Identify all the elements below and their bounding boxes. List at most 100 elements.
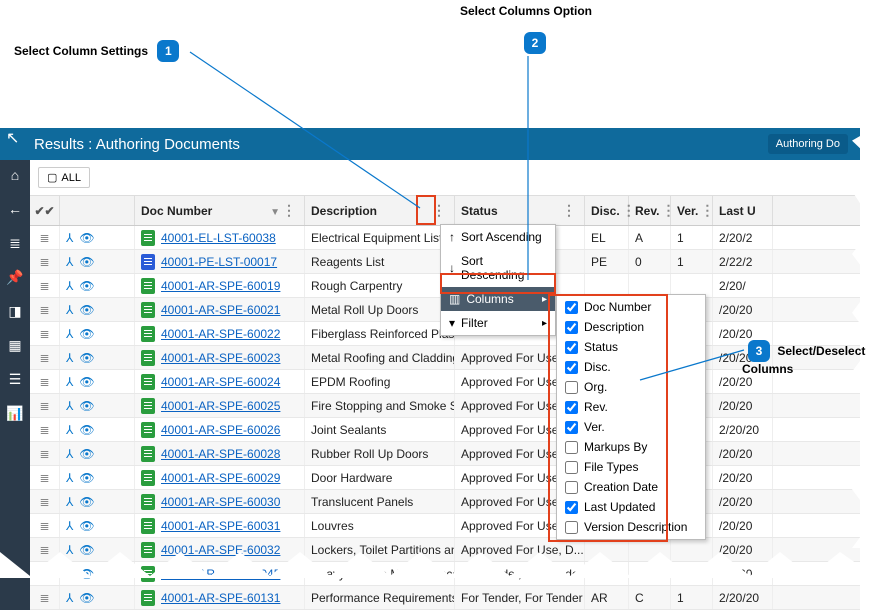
row-check[interactable]: ≣ bbox=[30, 370, 60, 393]
row-check[interactable]: ≣ bbox=[30, 274, 60, 297]
table-row[interactable]: ≣⅄👁40001-AR-SPE-60026Joint SealantsAppro… bbox=[30, 418, 860, 442]
column-checkbox[interactable] bbox=[565, 521, 578, 534]
column-checkbox[interactable] bbox=[565, 381, 578, 394]
checklist-item[interactable]: Status bbox=[557, 337, 705, 357]
eye-icon[interactable]: 👁 bbox=[79, 399, 94, 413]
column-checkbox[interactable] bbox=[565, 421, 578, 434]
list-icon[interactable]: ≣ bbox=[6, 234, 24, 252]
row-check[interactable]: ≣ bbox=[30, 490, 60, 513]
checklist-item[interactable]: Ver. bbox=[557, 417, 705, 437]
pin-icon[interactable]: 📌 bbox=[6, 268, 24, 286]
tree-icon[interactable]: ⅄ bbox=[66, 231, 73, 245]
column-checkbox[interactable] bbox=[565, 481, 578, 494]
tree-icon[interactable]: ⅄ bbox=[66, 375, 73, 389]
column-menu-icon[interactable]: ⋮ bbox=[282, 202, 296, 218]
row-check[interactable]: ≣ bbox=[30, 514, 60, 537]
col-disc[interactable]: Disc.⋮ bbox=[585, 196, 629, 225]
eye-icon[interactable]: 👁 bbox=[79, 591, 94, 605]
column-checkbox[interactable] bbox=[565, 361, 578, 374]
eye-icon[interactable]: 👁 bbox=[79, 279, 94, 293]
docnumber-link[interactable]: 40001-AR-SPE-60026 bbox=[161, 423, 280, 437]
grid-icon[interactable]: ▦ bbox=[6, 336, 24, 354]
back-icon[interactable]: ← bbox=[6, 200, 24, 218]
row-check[interactable]: ≣ bbox=[30, 394, 60, 417]
docnumber-link[interactable]: 40001-PE-LST-00017 bbox=[161, 255, 277, 269]
docnumber-link[interactable]: 40001-EL-LST-60038 bbox=[161, 231, 276, 245]
filter-item[interactable]: ▾Filter▸ bbox=[441, 311, 555, 335]
col-docnumber[interactable]: Doc Number ▼⋮ bbox=[135, 196, 305, 225]
row-check[interactable]: ≣ bbox=[30, 418, 60, 441]
checklist-item[interactable]: Last Updated bbox=[557, 497, 705, 517]
tree-icon[interactable]: ⅄ bbox=[66, 279, 73, 293]
column-checkbox[interactable] bbox=[565, 501, 578, 514]
table-row[interactable]: ≣⅄👁40001-AR-SPE-60031LouvresApproved For… bbox=[30, 514, 860, 538]
table-row[interactable]: ≣⅄👁40001-AR-SPE-60131Performance Require… bbox=[30, 586, 860, 610]
docnumber-link[interactable]: 40001-AR-SPE-60028 bbox=[161, 447, 280, 461]
checklist-item[interactable]: Description bbox=[557, 317, 705, 337]
sort-asc-item[interactable]: ↑Sort Ascending bbox=[441, 225, 555, 249]
row-check[interactable]: ≣ bbox=[30, 298, 60, 321]
checklist-item[interactable]: Markups By bbox=[557, 437, 705, 457]
eye-icon[interactable]: 👁 bbox=[79, 327, 94, 341]
docnumber-link[interactable]: 40001-AR-SPE-60029 bbox=[161, 471, 280, 485]
col-checkmark[interactable]: ✔✔ bbox=[30, 196, 60, 225]
eye-icon[interactable]: 👁 bbox=[79, 231, 94, 245]
column-menu-icon[interactable]: ⋮ bbox=[430, 202, 448, 219]
docnumber-link[interactable]: 40001-AR-SPE-60031 bbox=[161, 519, 280, 533]
column-checkbox[interactable] bbox=[565, 441, 578, 454]
eye-icon[interactable]: 👁 bbox=[79, 255, 94, 269]
column-checkbox[interactable] bbox=[565, 301, 578, 314]
tree-icon[interactable]: ⅄ bbox=[66, 591, 73, 605]
column-menu-icon[interactable]: ⋮ bbox=[560, 202, 578, 219]
tree-icon[interactable]: ⅄ bbox=[66, 471, 73, 485]
row-check[interactable]: ≣ bbox=[30, 586, 60, 609]
row-check[interactable]: ≣ bbox=[30, 250, 60, 273]
docnumber-link[interactable]: 40001-AR-SPE-60131 bbox=[161, 591, 280, 605]
checklist-item[interactable]: Disc. bbox=[557, 357, 705, 377]
col-rev[interactable]: Rev.⋮ bbox=[629, 196, 671, 225]
eye-icon[interactable]: 👁 bbox=[79, 423, 94, 437]
checklist-item[interactable]: Doc Number bbox=[557, 297, 705, 317]
table-row[interactable]: ≣⅄👁40001-AR-SPE-60030Translucent PanelsA… bbox=[30, 490, 860, 514]
tree-icon[interactable]: ⅄ bbox=[66, 399, 73, 413]
eye-icon[interactable]: 👁 bbox=[79, 351, 94, 365]
authoring-button[interactable]: Authoring Do bbox=[768, 134, 848, 154]
chart-icon[interactable]: 📊 bbox=[6, 404, 24, 422]
eye-icon[interactable]: 👁 bbox=[79, 495, 94, 509]
row-check[interactable]: ≣ bbox=[30, 346, 60, 369]
home-icon[interactable]: ⌂ bbox=[6, 166, 24, 184]
docnumber-link[interactable]: 40001-AR-SPE-60024 bbox=[161, 375, 280, 389]
filter-icon[interactable]: ▼ bbox=[270, 207, 280, 218]
eye-icon[interactable]: 👁 bbox=[79, 471, 94, 485]
row-check[interactable]: ≣ bbox=[30, 442, 60, 465]
row-check[interactable]: ≣ bbox=[30, 466, 60, 489]
columns-item[interactable]: ▥Columns▸ bbox=[441, 287, 555, 311]
table-row[interactable]: ≣⅄👁40001-AR-SPE-60029Door HardwareApprov… bbox=[30, 466, 860, 490]
table-row[interactable]: ≣⅄👁40001-AR-SPE-60024EPDM RoofingApprove… bbox=[30, 370, 860, 394]
tree-icon[interactable]: ⅄ bbox=[66, 255, 73, 269]
checklist-item[interactable]: Version Description bbox=[557, 517, 705, 537]
eye-icon[interactable]: 👁 bbox=[79, 303, 94, 317]
checklist-item[interactable]: File Types bbox=[557, 457, 705, 477]
table-row[interactable]: ≣⅄👁40001-AR-SPE-60023Metal Roofing and C… bbox=[30, 346, 860, 370]
tree-icon[interactable]: ⅄ bbox=[66, 495, 73, 509]
tree-icon[interactable]: ⅄ bbox=[66, 327, 73, 341]
col-status[interactable]: Status ⋮ bbox=[455, 196, 585, 225]
eye-icon[interactable]: 👁 bbox=[79, 447, 94, 461]
col-lastupdated[interactable]: Last U bbox=[713, 196, 773, 225]
sort-desc-item[interactable]: ↓Sort Descending bbox=[441, 249, 555, 287]
tree-icon[interactable]: ⅄ bbox=[66, 423, 73, 437]
tree-icon[interactable]: ⅄ bbox=[66, 447, 73, 461]
column-checkbox[interactable] bbox=[565, 401, 578, 414]
select-all-button[interactable]: ALL bbox=[38, 167, 90, 188]
inbox-icon[interactable]: ◨ bbox=[6, 302, 24, 320]
docnumber-link[interactable]: 40001-AR-SPE-60022 bbox=[161, 327, 280, 341]
tree-icon[interactable]: ⅄ bbox=[66, 303, 73, 317]
tree-icon[interactable]: ⅄ bbox=[66, 519, 73, 533]
checklist-item[interactable]: Rev. bbox=[557, 397, 705, 417]
row-check[interactable]: ≣ bbox=[30, 322, 60, 345]
column-checkbox[interactable] bbox=[565, 341, 578, 354]
docnumber-link[interactable]: 40001-AR-SPE-60019 bbox=[161, 279, 280, 293]
col-ver[interactable]: Ver.⋮ bbox=[671, 196, 713, 225]
column-checkbox[interactable] bbox=[565, 321, 578, 334]
